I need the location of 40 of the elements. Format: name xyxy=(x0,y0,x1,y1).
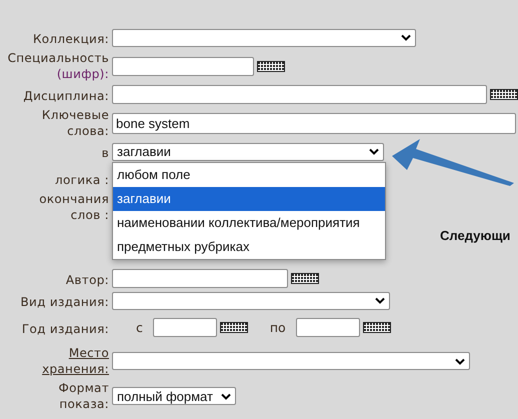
year-from-field[interactable] xyxy=(152,318,217,337)
field-label: окончания слов : xyxy=(39,191,109,223)
keyboard-icon[interactable] xyxy=(291,273,319,284)
dropdown-select[interactable]: полный формат xyxy=(112,387,236,405)
keyboard-icon[interactable] xyxy=(220,322,248,333)
chevron-icon xyxy=(401,34,411,41)
text-field[interactable] xyxy=(112,269,288,288)
dropdown-select[interactable] xyxy=(112,352,470,370)
field-label: Формат показа: xyxy=(58,380,109,412)
dropdown-option[interactable]: предметных рубриках xyxy=(113,234,385,258)
field-label: в xyxy=(102,145,109,161)
field-label[interactable]: Место хранения: xyxy=(42,345,109,377)
from-label: с xyxy=(136,320,143,335)
field-label: логика : xyxy=(55,172,109,188)
to-label: по xyxy=(270,320,286,335)
year-to-field[interactable] xyxy=(296,318,360,337)
field-label: Специальность (шифр): xyxy=(8,50,109,82)
keyboard-icon[interactable] xyxy=(490,89,518,100)
keyboard-icon[interactable] xyxy=(257,60,285,72)
dropdown-select[interactable]: заглавии xyxy=(112,142,384,160)
field-label: Коллекция: xyxy=(32,31,109,47)
dropdown-option[interactable]: любом поле xyxy=(113,162,385,186)
dropdown-select[interactable] xyxy=(112,28,416,46)
dropdown-option[interactable]: наименовании коллектива/мероприятия xyxy=(113,210,385,234)
chevron-icon xyxy=(455,358,465,364)
chevron-icon xyxy=(375,297,385,304)
dropdown-select[interactable] xyxy=(112,292,390,310)
field-label: Вид издания: xyxy=(20,294,109,310)
dropdown-option[interactable]: заглавии xyxy=(113,186,385,210)
field-label: Автор: xyxy=(66,272,109,288)
text-field[interactable] xyxy=(112,56,254,76)
chevron-icon xyxy=(221,392,231,400)
text-field[interactable] xyxy=(112,85,487,104)
field-label: Ключевые слова: xyxy=(42,107,109,139)
field-label: Дисциплина: xyxy=(23,88,109,104)
keyboard-icon[interactable] xyxy=(362,322,391,333)
text-field[interactable]: bone system xyxy=(112,112,516,134)
field-label: Год издания: xyxy=(22,321,109,337)
chevron-icon xyxy=(369,148,379,155)
section-heading: Следующи xyxy=(440,228,510,243)
